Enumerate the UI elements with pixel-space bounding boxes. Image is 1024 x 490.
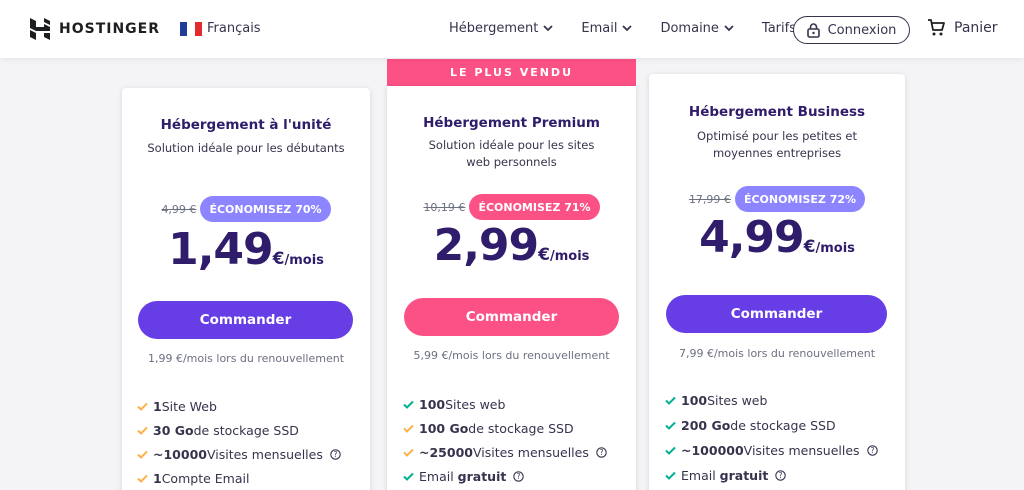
feature-item: ~100000 Visites mensuelles ? [665,438,878,463]
plan-card-premium: Hébergement Premium Solution idéale pour… [387,86,636,490]
nav-email-label: Email [581,21,618,36]
nav-hebergement-label: Hébergement [449,21,539,36]
check-icon [403,448,414,457]
login-button[interactable]: Connexion [793,16,910,44]
feature-list: 1 Site Web 30 Go de stockage SSD ~10000 … [137,394,341,490]
check-icon [137,450,148,459]
discount-row: 17,99 € ÉCONOMISEZ 72% [649,186,905,212]
help-icon[interactable]: ? [866,445,878,456]
check-icon [665,421,676,430]
discount-row: 4,99 € ÉCONOMISEZ 70% [122,196,370,222]
svg-text:?: ? [333,450,337,459]
renewal-price: 1,99 €/mois lors du renouvellement [147,352,345,365]
price-value: 2,99 [433,220,540,271]
old-price: 10,19 € [423,200,466,214]
top-navbar: HOSTINGER Français Hébergement Email Dom… [0,0,1024,58]
svg-text:?: ? [870,446,874,455]
nav-tarifs[interactable]: Tarifs [762,21,796,36]
chevron-down-icon [622,25,633,32]
nav-domaine[interactable]: Domaine [660,21,734,36]
old-price: 17,99 € [688,192,731,206]
check-icon [137,474,148,483]
nav-tarifs-label: Tarifs [761,21,796,36]
feature-item: 30 Go de stockage SSD [137,418,341,442]
discount-row: 10,19 € ÉCONOMISEZ 71% [387,194,636,220]
check-icon [403,424,414,433]
language-label: Français [207,21,261,36]
feature-item: Email gratuit ? [665,463,878,488]
svg-text:?: ? [779,471,783,480]
lock-icon [806,22,820,38]
hostinger-logo-icon [30,18,50,40]
old-price: 4,99 € [161,202,197,216]
price-period: /mois [815,241,855,256]
plan-subtitle: Optimisé pour les petites et moyennes en… [697,129,857,160]
renewal-price: 5,99 €/mois lors du renouvellement [413,349,610,362]
login-label: Connexion [827,22,897,38]
svg-text:?: ? [517,472,521,481]
price-currency: € [272,249,285,269]
feature-item: ~10000 Visites mensuelles ? [137,442,341,466]
plan-subtitle: Solution idéale pour les débutants [147,141,345,155]
price: 1,49 €/mois [122,224,370,275]
plan-title: Hébergement Premium [423,115,600,131]
check-icon [403,472,414,481]
best-seller-ribbon: LE PLUS VENDU [387,59,636,86]
cart-icon [928,19,945,36]
plan-subtitle: Solution idéale pour les sites web perso… [428,138,595,169]
cart-label: Panier [954,20,998,36]
plan-card-business: Hébergement Business Optimisé pour les p… [649,74,905,490]
plan-title: Hébergement à l'unité [160,117,332,133]
price-currency: € [538,245,550,265]
feature-item: Email gratuit ? [403,464,607,488]
price-period: /mois [284,253,324,268]
price-period: /mois [549,249,590,264]
nav-domaine-label: Domaine [660,21,719,36]
feature-item: 200 Go de stockage SSD [665,413,878,438]
check-icon [665,396,676,405]
check-icon [665,446,676,455]
brand-name: HOSTINGER [59,21,161,37]
main-nav: Hébergement Email Domaine Tarifs [449,21,796,36]
check-icon [403,400,414,409]
feature-item: 100 Go de stockage SSD [403,416,607,440]
plan-title: Hébergement Business [688,104,866,120]
help-icon[interactable]: ? [775,470,787,481]
help-icon[interactable]: ? [513,470,525,482]
chevron-down-icon [724,25,734,32]
check-icon [137,426,148,435]
language-selector[interactable]: Français [180,21,261,36]
feature-item: ~25000 Visites mensuelles ? [403,440,607,464]
plan-card-single: Hébergement à l'unité Solution idéale po… [122,88,370,490]
price-currency: € [803,237,816,257]
check-icon [137,402,148,411]
feature-item: 100 Sites web [665,388,878,413]
cart-link[interactable]: Panier [927,19,998,37]
feature-item: 1 Site Web [137,394,341,418]
discount-badge: ÉCONOMISEZ 72% [734,186,866,212]
svg-text:?: ? [599,448,603,457]
price: 4,99 €/mois [649,212,905,263]
nav-email[interactable]: Email [581,21,633,36]
feature-item: 1 Compte Email [137,466,341,490]
help-icon[interactable]: ? [330,448,341,460]
renewal-price: 7,99 €/mois lors du renouvellement [678,347,876,360]
hostinger-logo[interactable]: HOSTINGER [30,18,160,40]
discount-badge: ÉCONOMISEZ 71% [469,194,600,220]
feature-list: 100 Sites web 200 Go de stockage SSD ~10… [665,388,878,488]
price-value: 4,99 [699,212,805,263]
help-icon[interactable]: ? [596,446,607,458]
order-button[interactable]: Commander [404,298,619,336]
check-icon [665,471,676,480]
order-button[interactable]: Commander [666,295,887,333]
price: 2,99 €/mois [387,220,636,271]
price-value: 1,49 [168,224,274,275]
nav-hebergement[interactable]: Hébergement [449,21,554,36]
chevron-down-icon [543,25,554,32]
discount-badge: ÉCONOMISEZ 70% [200,196,331,222]
france-flag-icon [180,21,202,36]
feature-item: 100 Sites web [403,392,607,416]
feature-list: 100 Sites web 100 Go de stockage SSD ~25… [403,392,607,488]
order-button[interactable]: Commander [138,301,353,339]
